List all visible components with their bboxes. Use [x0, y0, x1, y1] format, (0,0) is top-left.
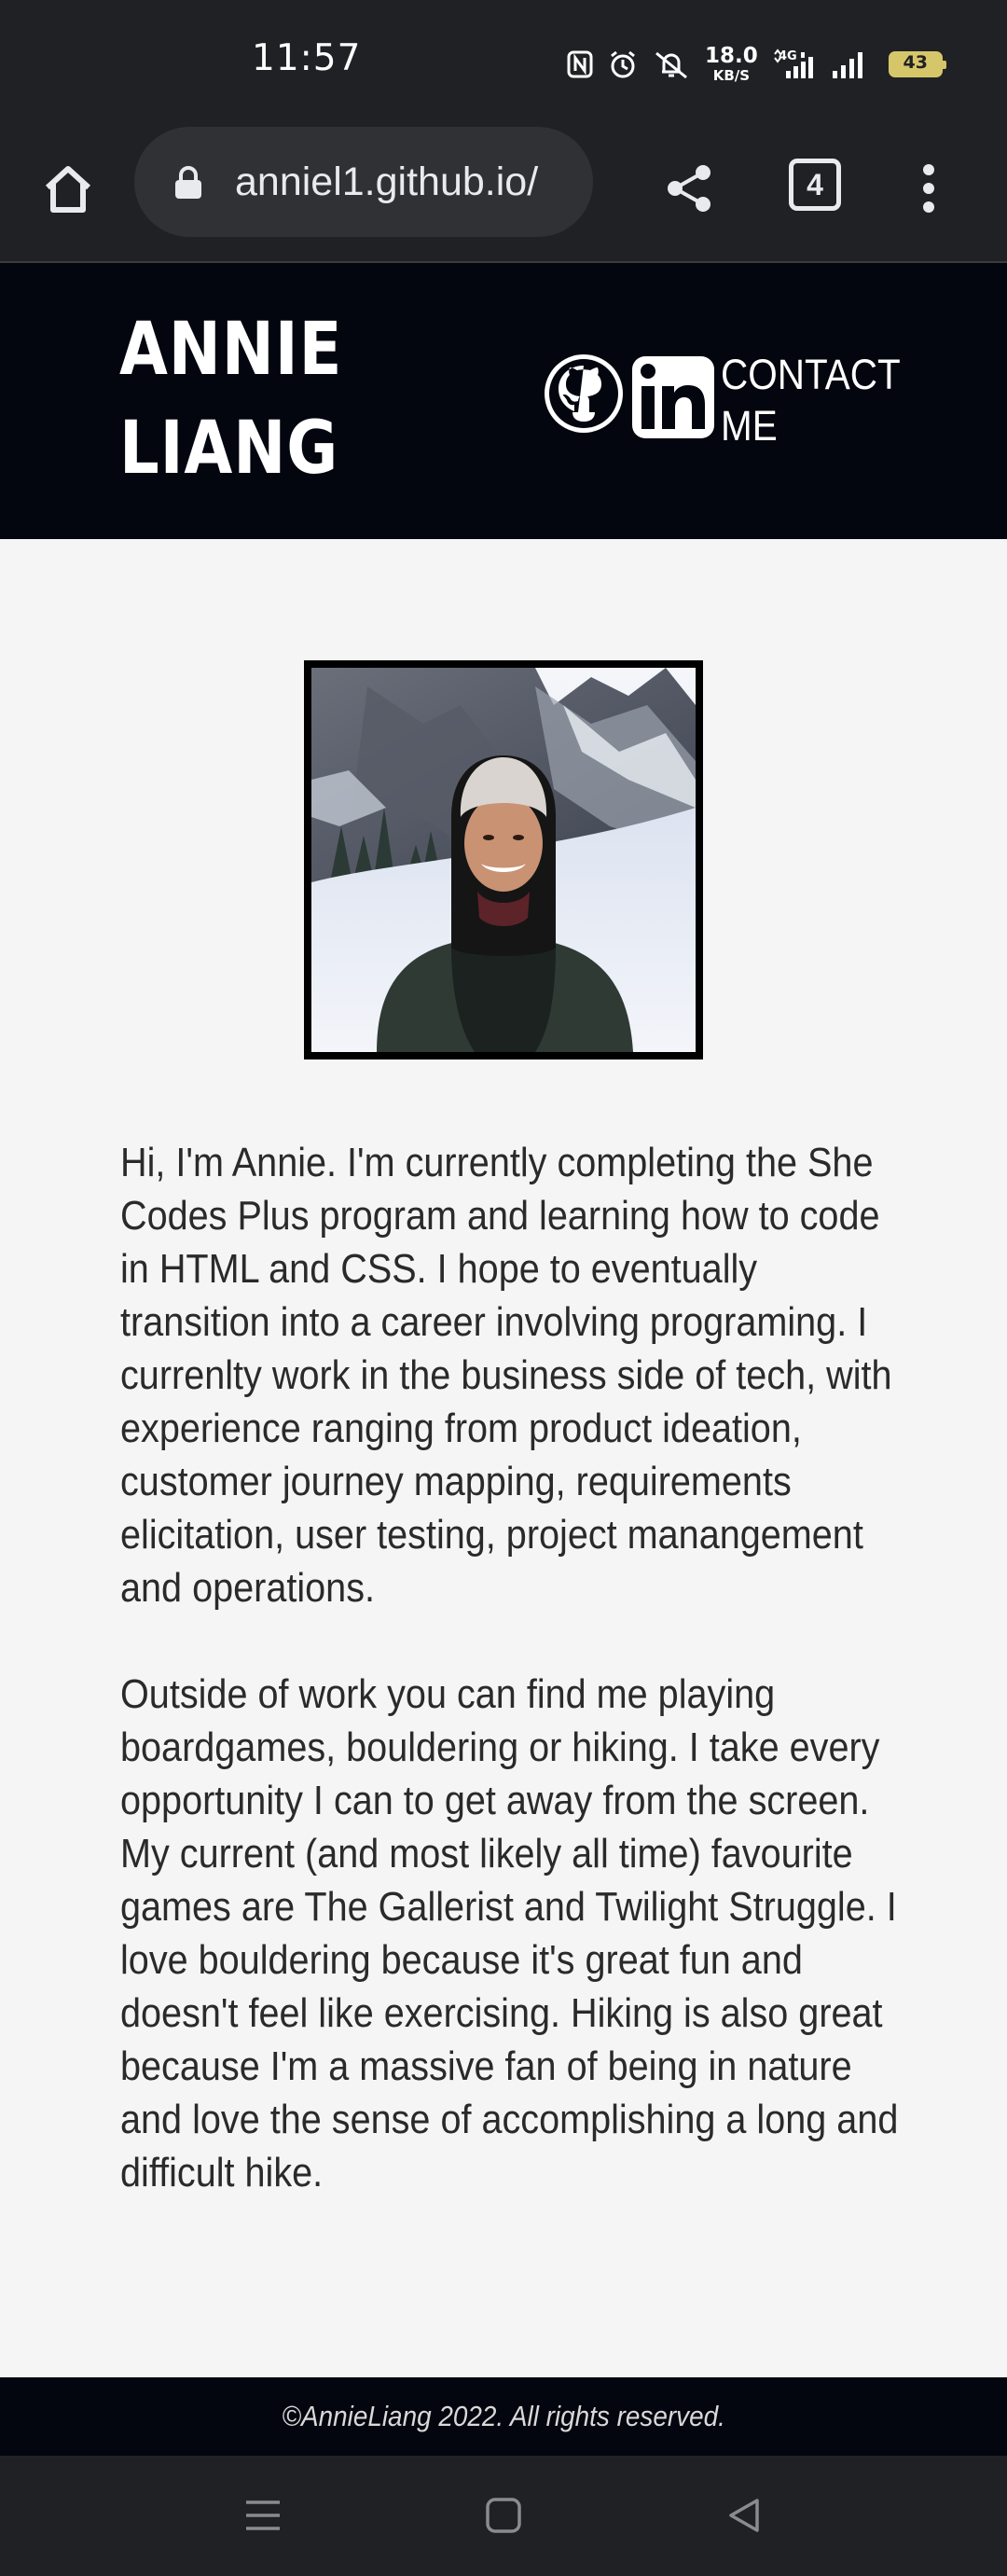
network-speed-unit: KB/S [712, 67, 751, 84]
tabs-button[interactable]: 4 [789, 159, 841, 211]
contact-line1: CONTACT [721, 351, 901, 398]
silent-icon [653, 49, 690, 79]
profile-photo-frame [304, 660, 703, 1059]
tab-count: 4 [807, 167, 823, 201]
share-button[interactable] [656, 155, 724, 222]
browser-toolbar: anniel1.github.io/ 4 [0, 125, 1007, 263]
site-title-line1: ANNIE [119, 308, 343, 392]
bio-paragraph: Outside of work you can find me playing … [120, 1671, 899, 2195]
lock-icon [173, 163, 205, 201]
back-icon [729, 2499, 759, 2532]
battery-level: 43 [903, 52, 928, 73]
menu-icon [246, 2500, 280, 2530]
status-icons: 18.0 KB/S 4G 43 [567, 41, 946, 88]
status-time: 11:57 [252, 37, 362, 79]
system-navigation-bar [0, 2456, 1007, 2576]
profile-photo [311, 668, 696, 1052]
alarm-icon [608, 49, 638, 79]
bio: Hi, I'm Annie. I'm currently completing … [120, 1136, 913, 2252]
contact-me-link[interactable]: CONTACT ME [721, 349, 901, 451]
status-bar: 11:57 18.0 KB/S 4G 43 [0, 0, 1007, 125]
network-speed: 18.0 KB/S [705, 46, 758, 83]
home-button[interactable] [35, 157, 101, 222]
linkedin-icon [632, 356, 714, 438]
copyright-text: ©AnnieLiang 2022. All rights reserved. [282, 2400, 725, 2432]
more-menu-button[interactable] [904, 155, 953, 222]
url-text: anniel1.github.io/ [235, 159, 539, 204]
more-vert-icon [923, 164, 934, 213]
share-icon [668, 165, 710, 212]
recent-apps-button[interactable] [233, 2486, 293, 2545]
address-bar[interactable]: anniel1.github.io/ [134, 127, 593, 237]
site-header: ANNIE LIANG CONTACT ME [0, 263, 1007, 539]
site-title: ANNIE LIANG [119, 300, 360, 498]
signal-4g-icon: 4G [773, 48, 816, 80]
home-nav-button[interactable] [474, 2486, 533, 2545]
site-footer: ©AnnieLiang 2022. All rights reserved. [0, 2377, 1007, 2456]
back-nav-button[interactable] [714, 2486, 774, 2545]
linkedin-link[interactable] [630, 354, 716, 440]
network-speed-value: 18.0 [705, 44, 758, 68]
battery-icon: 43 [888, 51, 946, 77]
github-link[interactable] [541, 351, 627, 436]
bio-paragraph: Hi, I'm Annie. I'm currently completing … [120, 1140, 892, 1611]
nfc-icon [567, 50, 593, 78]
site-title-line2: LIANG [119, 407, 339, 491]
home-icon [45, 166, 91, 213]
signal-icon [831, 50, 868, 78]
home-square-icon [486, 2498, 521, 2533]
github-icon [545, 354, 623, 433]
network-type-label: 4G [779, 49, 797, 63]
contact-line2: ME [721, 402, 778, 450]
